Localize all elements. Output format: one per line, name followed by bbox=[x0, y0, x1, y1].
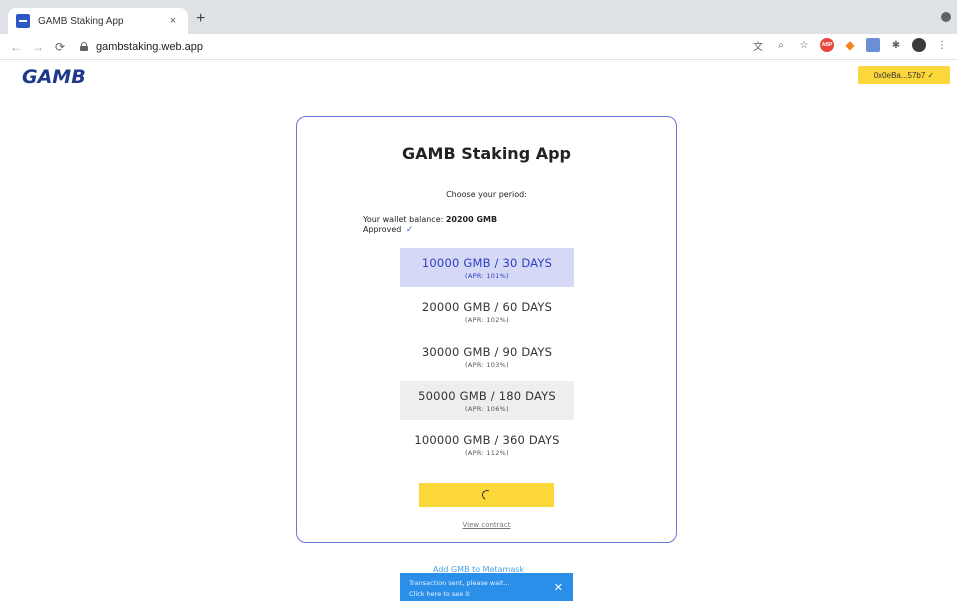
approved-label: Approved bbox=[363, 225, 402, 234]
period-option-180-days[interactable]: 50000 GMB / 180 DAYS (APR: 106%) bbox=[400, 381, 574, 420]
view-contract-link[interactable]: View contract bbox=[297, 521, 676, 529]
card-title: GAMB Staking App bbox=[402, 144, 571, 163]
address-bar[interactable]: gambstaking.web.app bbox=[80, 37, 203, 57]
option-apr: (APR: 102%) bbox=[465, 316, 509, 324]
browser-toolbar: ← → ⟳ gambstaking.web.app 文 ⌕ ☆ ABP ◆ ✱ … bbox=[0, 34, 957, 60]
puzzle-extensions-icon[interactable]: ✱ bbox=[889, 38, 903, 52]
option-apr: (APR: 101%) bbox=[465, 272, 509, 280]
period-option-360-days[interactable]: 100000 GMB / 360 DAYS (APR: 112%) bbox=[400, 425, 574, 464]
checkmark-icon: ✓ bbox=[405, 225, 414, 235]
metamask-fox-icon[interactable]: ◆ bbox=[843, 38, 857, 52]
transaction-toast[interactable]: Transaction sent, please wait... Click h… bbox=[400, 573, 573, 601]
option-label: 30000 GMB / 90 DAYS bbox=[421, 345, 553, 359]
adblock-icon[interactable]: ABP bbox=[820, 38, 834, 52]
option-label: 50000 GMB / 180 DAYS bbox=[418, 389, 556, 403]
toast-message: Transaction sent, please wait... bbox=[409, 579, 510, 587]
window-menu-icon[interactable] bbox=[941, 12, 951, 22]
wallet-balance-label: Your wallet balance: bbox=[363, 215, 446, 224]
option-apr: (APR: 103%) bbox=[465, 361, 509, 369]
option-label: 10000 GMB / 30 DAYS bbox=[421, 256, 553, 270]
tab-close-icon[interactable]: × bbox=[166, 15, 180, 27]
option-label: 100000 GMB / 360 DAYS bbox=[414, 433, 560, 447]
url-text: gambstaking.web.app bbox=[96, 40, 204, 53]
tab-title: GAMB Staking App bbox=[38, 15, 124, 27]
kebab-menu-icon[interactable]: ⋮ bbox=[935, 38, 949, 52]
profile-avatar-icon[interactable] bbox=[912, 38, 926, 52]
period-option-60-days[interactable]: 20000 GMB / 60 DAYS (APR: 102%) bbox=[400, 292, 574, 331]
gamb-logo: GAMB bbox=[22, 66, 86, 88]
translate-icon[interactable]: 文 bbox=[751, 38, 765, 53]
back-arrow-icon[interactable]: ← bbox=[8, 40, 24, 54]
option-apr: (APR: 112%) bbox=[465, 449, 509, 457]
site-favicon-icon bbox=[16, 14, 30, 28]
zoom-icon[interactable]: ⌕ bbox=[774, 38, 788, 52]
forward-arrow-icon[interactable]: → bbox=[30, 40, 46, 54]
lock-icon bbox=[80, 42, 88, 51]
bookmark-star-icon[interactable]: ☆ bbox=[797, 38, 811, 52]
toast-link-text: Click here to see it bbox=[409, 590, 470, 598]
toast-close-icon[interactable]: ✕ bbox=[554, 581, 563, 594]
extensions-bar: 文 ⌕ ☆ ABP ◆ ✱ ⋮ bbox=[751, 38, 949, 53]
wallet-balance: Your wallet balance: 20200 GMB bbox=[363, 215, 497, 224]
reload-icon[interactable]: ⟳ bbox=[52, 40, 68, 54]
approved-status: Approved ✓ bbox=[363, 225, 413, 235]
choose-period-label: Choose your period: bbox=[446, 190, 527, 199]
staking-card: GAMB Staking App Choose your period: You… bbox=[296, 116, 677, 543]
browser-tab[interactable]: GAMB Staking App × bbox=[8, 8, 188, 34]
wallet-address-button[interactable]: 0x0eBa...57b7 ✓ bbox=[858, 66, 950, 84]
option-label: 20000 GMB / 60 DAYS bbox=[421, 300, 553, 314]
extension-box-icon[interactable] bbox=[866, 38, 880, 52]
new-tab-icon[interactable]: + bbox=[196, 11, 205, 27]
period-option-30-days[interactable]: 10000 GMB / 30 DAYS (APR: 101%) bbox=[400, 248, 574, 287]
period-option-90-days[interactable]: 30000 GMB / 90 DAYS (APR: 103%) bbox=[400, 337, 574, 376]
option-apr: (APR: 106%) bbox=[465, 405, 509, 413]
stake-button[interactable] bbox=[419, 483, 554, 507]
loading-spinner-icon bbox=[480, 488, 493, 502]
wallet-balance-value: 20200 GMB bbox=[445, 215, 498, 224]
browser-tabstrip: GAMB Staking App × + bbox=[0, 0, 957, 34]
